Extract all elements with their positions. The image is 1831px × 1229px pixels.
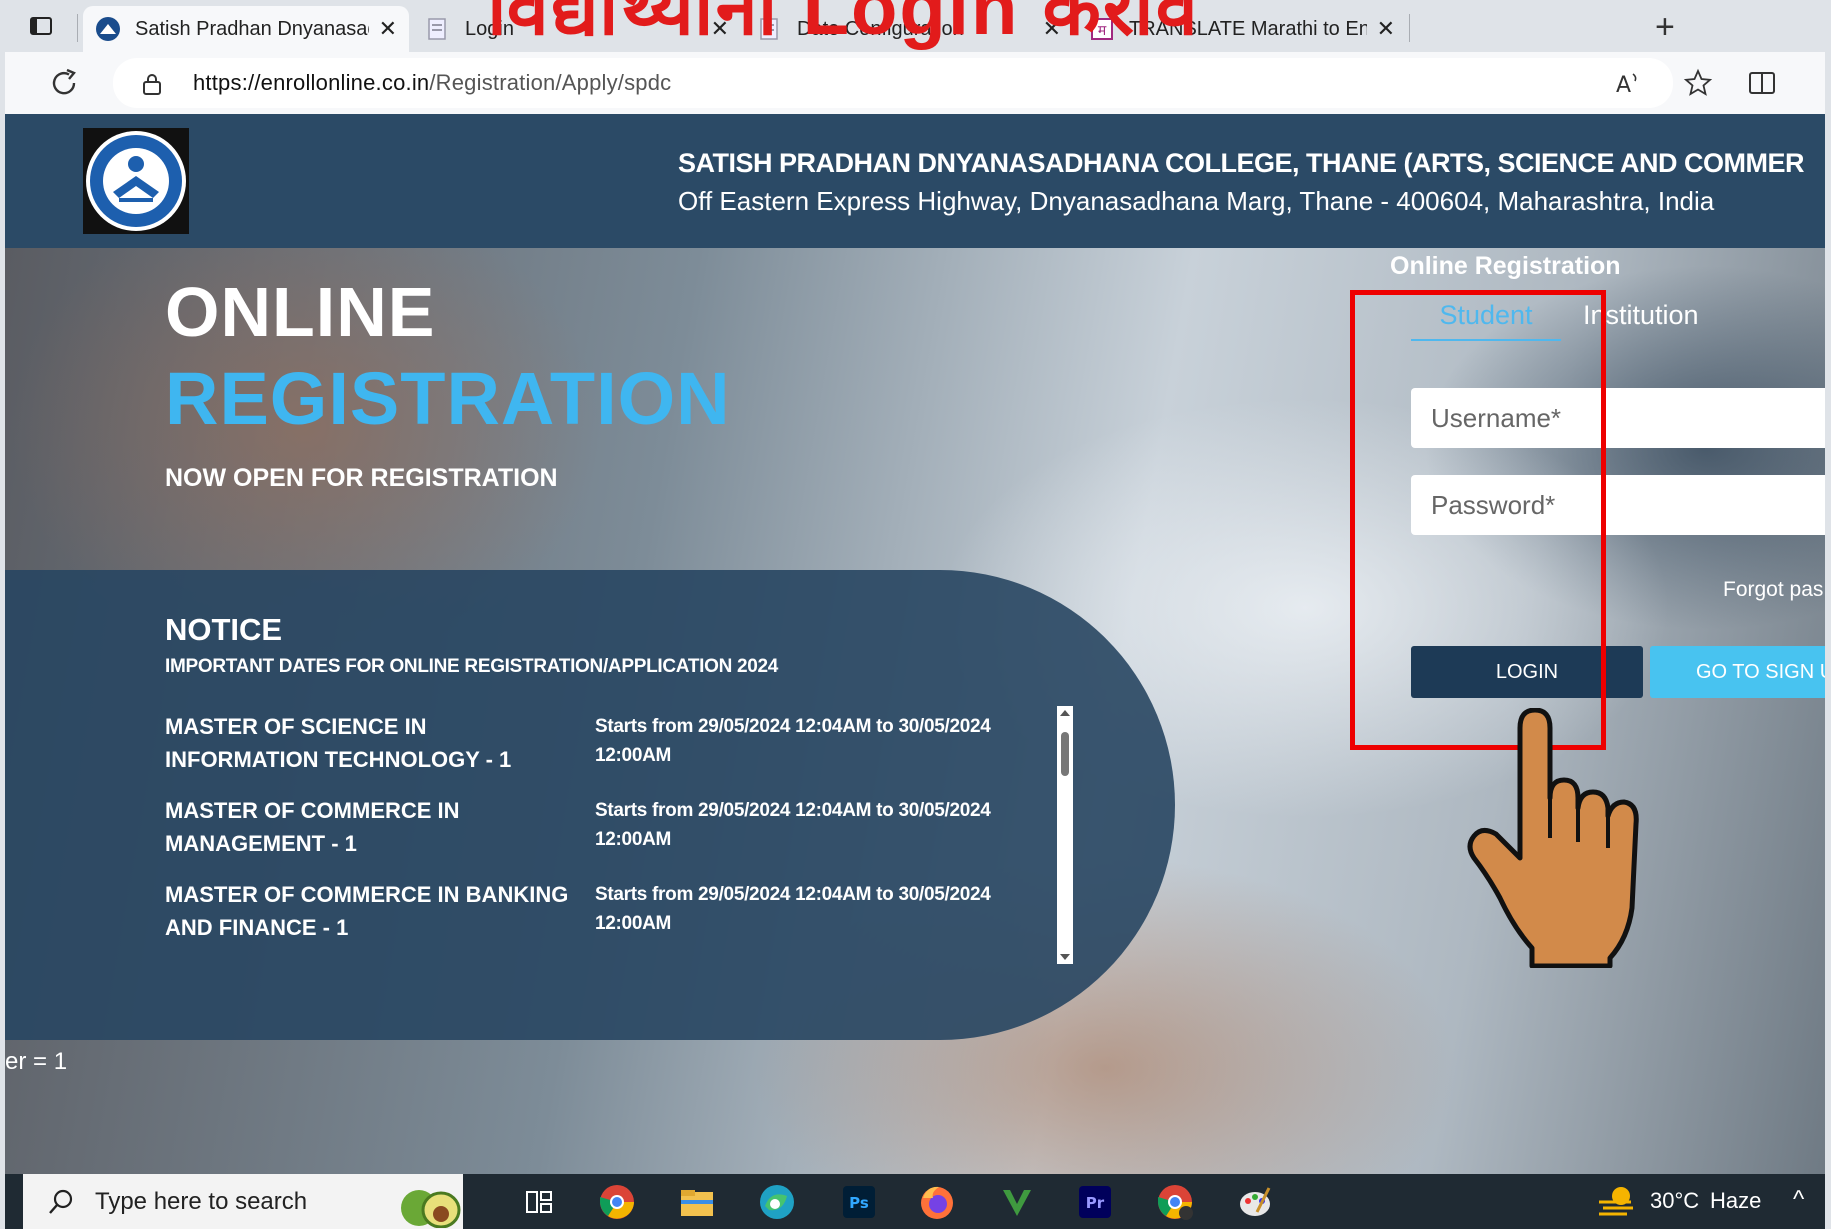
browser-toolbar: https://enrollonline.co.in/Registration/… bbox=[5, 52, 1825, 114]
notice-course: MASTER OF COMMERCE IN MANAGEMENT - 1 bbox=[165, 798, 460, 856]
tab-separator bbox=[1409, 14, 1410, 42]
highlight-box bbox=[1350, 290, 1606, 750]
college-name: SATISH PRADHAN DNYANASADHANA COLLEGE, TH… bbox=[678, 148, 1805, 178]
notice-title: NOTICE bbox=[165, 612, 283, 647]
taskbar-search[interactable]: Type here to search bbox=[23, 1174, 463, 1229]
url-path: /Registration/Apply/spdc bbox=[429, 70, 672, 95]
lock-icon[interactable] bbox=[141, 72, 163, 96]
url-text[interactable]: https://enrollonline.co.in/Registration/… bbox=[193, 70, 671, 96]
login-heading: Online Registration bbox=[1390, 252, 1621, 280]
svg-text:Ps: Ps bbox=[849, 1194, 869, 1212]
reload-icon[interactable] bbox=[47, 66, 81, 100]
college-logo[interactable] bbox=[83, 128, 189, 234]
tab-title: Satish Pradhan Dnyanasadhana C bbox=[135, 17, 369, 40]
page-favicon-icon bbox=[428, 18, 446, 40]
tab-close-icon[interactable]: ✕ bbox=[1377, 16, 1395, 42]
address-bar[interactable]: https://enrollonline.co.in/Registration/… bbox=[113, 58, 1713, 108]
chrome-profile-icon[interactable] bbox=[1155, 1182, 1195, 1222]
weather-description[interactable]: Haze bbox=[1710, 1188, 1761, 1214]
pointing-hand-icon bbox=[1467, 708, 1639, 968]
tab-separator bbox=[77, 14, 78, 42]
forgot-password-link[interactable]: Forgot pas bbox=[1723, 578, 1823, 602]
college-address: Off Eastern Express Highway, Dnyanasadha… bbox=[678, 186, 1715, 216]
hero-section: ONLINE REGISTRATION NOW OPEN FOR REGISTR… bbox=[5, 248, 1825, 1174]
scroll-thumb[interactable] bbox=[1061, 732, 1069, 776]
scroll-down-icon[interactable] bbox=[1060, 954, 1070, 960]
browser-window: Satish Pradhan Dnyanasadhana C ✕ Login ✕… bbox=[5, 0, 1825, 1229]
paint-icon[interactable] bbox=[1235, 1182, 1275, 1222]
split-screen-icon[interactable] bbox=[1747, 68, 1777, 98]
firefox-icon[interactable] bbox=[917, 1182, 957, 1222]
vectr-icon[interactable] bbox=[997, 1182, 1037, 1222]
overlay-caption: विद्यार्थ्यांना Login करावे bbox=[487, 0, 1200, 51]
edge-icon[interactable] bbox=[757, 1182, 797, 1222]
notice-list[interactable]: MASTER OF SCIENCE IN INFORMATION TECHNOL… bbox=[165, 710, 1065, 970]
new-tab-icon[interactable]: + bbox=[1655, 8, 1675, 47]
notice-dates: Starts from 29/05/2024 12:04AM to 30/05/… bbox=[595, 800, 991, 850]
avocado-icon bbox=[401, 1190, 461, 1228]
notice-item: MASTER OF SCIENCE IN INFORMATION TECHNOL… bbox=[165, 710, 1065, 794]
notice-subtitle: IMPORTANT DATES FOR ONLINE REGISTRATION/… bbox=[165, 656, 779, 677]
notice-dates: Starts from 29/05/2024 12:04AM to 30/05/… bbox=[595, 884, 991, 934]
task-view-icon[interactable] bbox=[519, 1182, 559, 1222]
premiere-icon[interactable]: Pr bbox=[1075, 1182, 1115, 1222]
url-host: https://enrollonline.co.in bbox=[193, 70, 430, 95]
hero-subtitle: NOW OPEN FOR REGISTRATION bbox=[165, 464, 558, 492]
notice-course: MASTER OF COMMERCE IN BANKING AND FINANC… bbox=[165, 882, 569, 940]
tab-actions-icon[interactable] bbox=[27, 12, 55, 40]
sign-up-button[interactable]: GO TO SIGN UI bbox=[1650, 646, 1825, 698]
notice-item: MASTER OF COMMERCE IN BANKING AND FINANC… bbox=[165, 878, 1065, 962]
notice-item: MASTER OF COMMERCE IN MANAGEMENT - 1 Sta… bbox=[165, 794, 1065, 878]
taskbar: Type here to search Ps Pr 30°C Haze ^ bbox=[5, 1174, 1825, 1229]
notice-scrollbar[interactable] bbox=[1057, 706, 1073, 964]
weather-temperature[interactable]: 30°C bbox=[1650, 1188, 1699, 1214]
tray-chevron-up-icon[interactable]: ^ bbox=[1793, 1186, 1804, 1214]
hero-title-line1: ONLINE bbox=[165, 273, 436, 351]
hero-title-line2: REGISTRATION bbox=[165, 357, 731, 440]
svg-text:Pr: Pr bbox=[1086, 1194, 1105, 1212]
chrome-icon[interactable] bbox=[597, 1182, 637, 1222]
tab-satish-pradhan[interactable]: Satish Pradhan Dnyanasadhana C ✕ bbox=[83, 6, 409, 52]
stray-text: er = 1 bbox=[5, 1048, 68, 1075]
scroll-up-icon[interactable] bbox=[1060, 710, 1070, 716]
college-favicon-icon bbox=[96, 17, 120, 41]
read-aloud-icon[interactable]: A bbox=[1613, 68, 1643, 98]
svg-text:A: A bbox=[1616, 73, 1631, 98]
file-explorer-icon[interactable] bbox=[677, 1182, 717, 1222]
search-placeholder: Type here to search bbox=[95, 1188, 308, 1215]
notice-dates: Starts from 29/05/2024 12:04AM to 30/05/… bbox=[595, 716, 991, 766]
site-header: SATISH PRADHAN DNYANASADHANA COLLEGE, TH… bbox=[5, 114, 1825, 248]
weather-haze-icon[interactable] bbox=[1595, 1184, 1637, 1220]
notice-panel: NOTICE IMPORTANT DATES FOR ONLINE REGIST… bbox=[5, 570, 1175, 1040]
notice-course: MASTER OF SCIENCE IN INFORMATION TECHNOL… bbox=[165, 714, 512, 772]
tab-close-icon[interactable]: ✕ bbox=[379, 16, 397, 42]
search-icon bbox=[49, 1189, 73, 1214]
photoshop-icon[interactable]: Ps bbox=[839, 1182, 879, 1222]
favorite-star-icon[interactable] bbox=[1683, 68, 1713, 98]
